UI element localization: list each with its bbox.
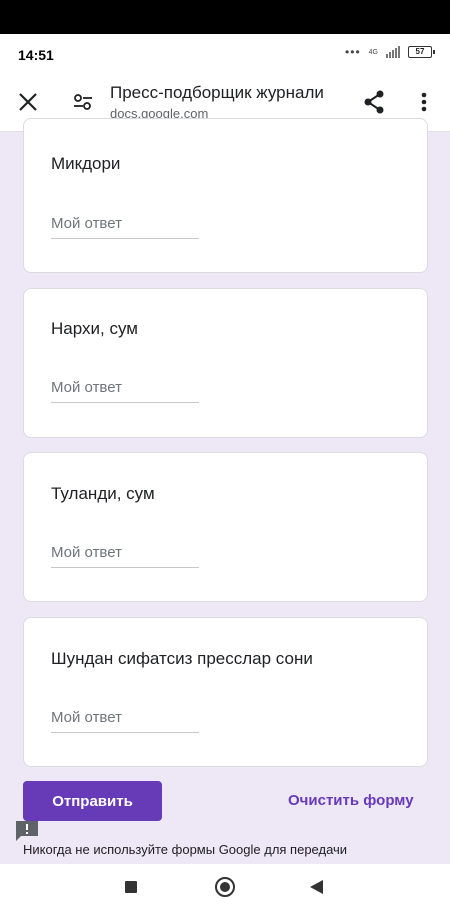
status-bar: 14:51 ••• 4G 57 bbox=[0, 34, 450, 72]
submit-button[interactable]: Отправить bbox=[23, 781, 162, 821]
question-label: Нархи, сум bbox=[51, 319, 138, 338]
clear-form-button[interactable]: Очистить форму bbox=[288, 792, 414, 809]
system-navigation-bar bbox=[0, 864, 450, 913]
question-label: Микдори bbox=[51, 154, 121, 173]
notification-dots-icon: ••• bbox=[345, 45, 361, 59]
answer-input[interactable]: Мой ответ bbox=[51, 379, 199, 403]
recents-icon[interactable] bbox=[125, 881, 137, 893]
network-type: 4G bbox=[368, 48, 378, 56]
site-settings-button[interactable] bbox=[69, 88, 97, 116]
tune-icon bbox=[74, 94, 92, 110]
question-card: Микдори Мой ответ bbox=[23, 118, 428, 273]
home-icon[interactable] bbox=[215, 877, 235, 897]
close-button[interactable] bbox=[14, 88, 42, 116]
answer-input[interactable]: Мой ответ bbox=[51, 709, 199, 733]
question-card: Шундан сифатсиз пресслар сони Мой ответ bbox=[23, 617, 428, 767]
status-time: 14:51 bbox=[18, 47, 54, 63]
back-icon[interactable] bbox=[310, 880, 323, 894]
signal-icon bbox=[386, 46, 400, 58]
page-title: Пресс-подборщик журнали bbox=[110, 83, 324, 102]
camera-cutout-bar bbox=[0, 0, 450, 34]
status-icons: ••• 4G 57 bbox=[345, 45, 435, 59]
page-title-block: Пресс-подборщик журнали docs.google.com bbox=[110, 83, 350, 121]
more-vert-icon bbox=[421, 92, 427, 112]
question-label: Туланди, сум bbox=[51, 484, 155, 503]
battery-icon: 57 bbox=[408, 46, 435, 58]
question-card: Туланди, сум Мой ответ bbox=[23, 452, 428, 602]
share-icon bbox=[364, 90, 384, 114]
answer-input[interactable]: Мой ответ bbox=[51, 544, 199, 568]
answer-input[interactable]: Мой ответ bbox=[51, 215, 199, 239]
footer-disclaimer: Никогда не используйте формы Google для … bbox=[23, 842, 348, 857]
question-label: Шундан сифатсиз пресслар сони bbox=[51, 649, 313, 668]
feedback-icon[interactable] bbox=[16, 821, 38, 841]
more-options-button[interactable] bbox=[410, 88, 438, 116]
question-card: Нархи, сум Мой ответ bbox=[23, 288, 428, 438]
share-button[interactable] bbox=[360, 88, 388, 116]
close-icon bbox=[19, 93, 37, 111]
